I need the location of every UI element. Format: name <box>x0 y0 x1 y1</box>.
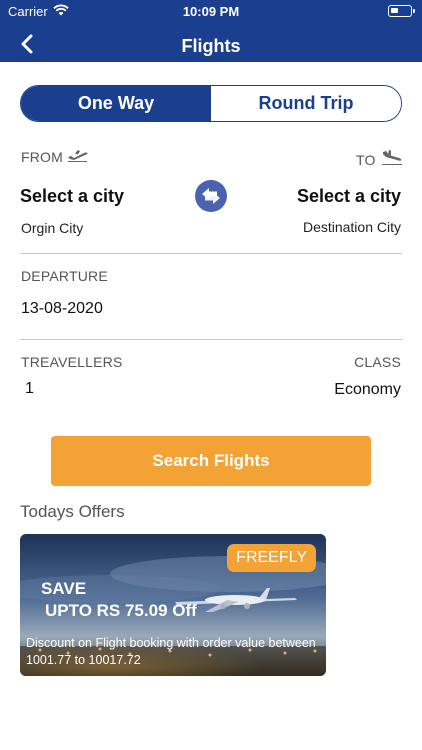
search-flights-button[interactable]: Search Flights <box>51 436 371 486</box>
travellers-count[interactable]: 1 <box>25 380 34 398</box>
departure-date[interactable]: 13-08-2020 <box>21 300 103 318</box>
one-way-tab[interactable]: One Way <box>21 86 211 121</box>
offer-description: Discount on Flight booking with order va… <box>26 636 316 667</box>
divider <box>20 339 402 340</box>
class-value[interactable]: Economy <box>334 381 401 399</box>
to-label: TO <box>356 152 376 168</box>
swap-arrows-icon <box>202 188 220 204</box>
to-city[interactable]: Select a city <box>297 186 401 207</box>
app-header: Carrier 10:09 PM Flights <box>0 0 422 62</box>
round-trip-tab[interactable]: Round Trip <box>211 86 401 121</box>
offer-code-badge: FREEFLY <box>227 544 316 572</box>
page-title: Flights <box>181 36 241 56</box>
offer-card[interactable]: FREEFLY SAVE UPTO RS 75.09 Off Discount … <box>20 534 326 676</box>
departure-label: DEPARTURE <box>21 268 108 284</box>
plane-takeoff-icon <box>68 150 88 162</box>
from-city[interactable]: Select a city <box>20 186 124 207</box>
class-label: CLASS <box>354 354 401 370</box>
to-city-placeholder: Destination City <box>302 219 401 235</box>
divider <box>20 253 402 254</box>
trip-type-toggle: One Way Round Trip <box>20 85 402 122</box>
offers-title: Todays Offers <box>20 502 125 521</box>
battery-icon <box>388 5 415 17</box>
offer-save-text: SAVE <box>41 579 87 598</box>
status-time: 10:09 PM <box>182 4 240 19</box>
travellers-label: TREAVELLERS <box>21 354 123 370</box>
swap-cities-button[interactable] <box>195 180 227 212</box>
offer-headline: UPTO RS 75.09 Off <box>45 601 197 620</box>
from-label: FROM <box>21 149 64 165</box>
status-bar: Carrier 10:09 PM <box>0 0 422 22</box>
from-city-placeholder: Orgin City <box>21 220 84 236</box>
plane-landing-icon <box>382 150 402 165</box>
